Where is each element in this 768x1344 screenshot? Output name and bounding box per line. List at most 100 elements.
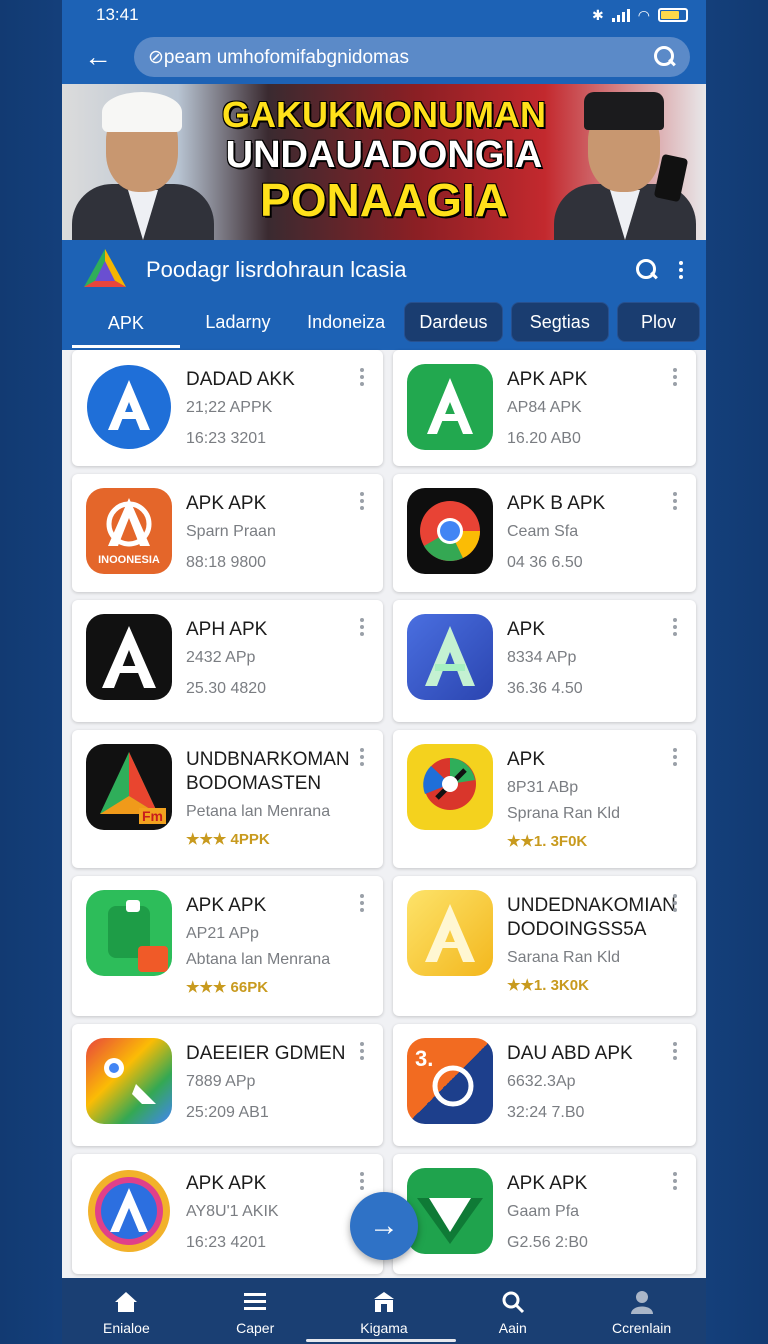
card-more-icon[interactable] xyxy=(357,1042,367,1060)
tab-apk[interactable]: APK xyxy=(72,302,180,348)
chrome-icon xyxy=(407,488,493,574)
card-more-icon[interactable] xyxy=(357,894,367,912)
app-meta: 16:23 3201 xyxy=(186,430,267,447)
app-subtitle: 8P31 ABp xyxy=(507,779,579,796)
app-card[interactable]: APK APK AP84 APK 16.20 AB0 xyxy=(393,350,696,466)
app-card[interactable]: APK APK Gaam Pfa G2.56 2:B0 xyxy=(393,1154,696,1274)
card-more-icon[interactable] xyxy=(670,618,680,636)
tab-indoneiza[interactable]: Indoneiza xyxy=(296,302,396,342)
list-icon xyxy=(244,1290,267,1314)
nav-label: Enialoe xyxy=(103,1320,150,1336)
app-meta: 25.30 4820 xyxy=(186,680,267,697)
card-more-icon[interactable] xyxy=(670,368,680,386)
app-icon: Fm xyxy=(86,744,172,830)
app-icon: INOONESIA xyxy=(86,488,172,574)
app-meta: 25:209 AB1 xyxy=(186,1104,269,1121)
app-subtitle: Gaam Pfa xyxy=(507,1203,580,1220)
floating-action-button[interactable]: → xyxy=(350,1192,418,1260)
home-icon xyxy=(114,1290,138,1314)
app-icon xyxy=(86,1168,172,1254)
app-name: APK APK xyxy=(507,369,588,390)
tab-plov[interactable]: Plov xyxy=(616,302,700,342)
card-more-icon[interactable] xyxy=(670,748,680,766)
card-more-icon[interactable] xyxy=(357,748,367,766)
nav-label: Ccrenlain xyxy=(612,1320,672,1336)
promo-banner[interactable]: GAKUKMONUMAN UNDAUADONGIA PONAAGIA xyxy=(62,84,706,240)
arrow-right-icon: → xyxy=(369,1209,399,1242)
app-subtitle: Ceam Sfa xyxy=(507,523,579,540)
banner-person-right xyxy=(550,90,700,240)
card-more-icon[interactable] xyxy=(670,1172,680,1190)
nav-item-store[interactable]: Kigama xyxy=(329,1290,439,1336)
back-arrow-icon[interactable]: ← xyxy=(84,43,112,71)
banner-line-3: PONAAGIA xyxy=(260,173,508,226)
app-logo-icon xyxy=(82,247,128,293)
app-name: APK APK xyxy=(507,1173,588,1194)
app-card[interactable]: APK 8P31 ABp Sprana Ran Kld ★★1. 3F0K xyxy=(393,730,696,868)
app-icon: 3. xyxy=(407,1038,493,1124)
app-card[interactable]: 3. DAU ABD APK 6632.3Ap 32:24 7.B0 xyxy=(393,1024,696,1146)
banner-line-1: GAKUKMONUMAN xyxy=(222,94,546,135)
search-icon[interactable] xyxy=(654,46,676,68)
app-subtitle: Sparn Praan xyxy=(186,523,276,540)
app-grid: DADAD AKK 21;22 APPK 16:23 3201 APK APK … xyxy=(72,350,696,1282)
app-meta: 16.20 AB0 xyxy=(507,430,581,447)
app-card[interactable]: APK 8334 APp 36.36 4.50 xyxy=(393,600,696,722)
home-indicator xyxy=(306,1339,456,1342)
tab-ladarny[interactable]: Ladarny xyxy=(188,302,288,342)
app-name: DADAD AKK xyxy=(186,369,295,390)
nav-item-home[interactable]: Enialoe xyxy=(71,1290,181,1336)
search-box[interactable] xyxy=(134,37,690,77)
card-more-icon[interactable] xyxy=(670,1042,680,1060)
nav-item-profile[interactable]: Ccrenlain xyxy=(587,1290,697,1336)
app-card[interactable]: APK B APK Ceam Sfa 04 36 6.50 xyxy=(393,474,696,592)
app-name: DAU ABD APK xyxy=(507,1043,633,1064)
app-icon-label: 3. xyxy=(415,1046,434,1071)
tab-dardeus[interactable]: Dardeus xyxy=(404,302,503,342)
app-subtitle: 6632.3Ap xyxy=(507,1073,576,1090)
app-name: APK APK xyxy=(186,895,267,916)
maps-icon xyxy=(86,1038,172,1124)
app-icon xyxy=(86,890,172,976)
tab-segtias[interactable]: Segtias xyxy=(510,302,609,342)
app-meta: 04 36 6.50 xyxy=(507,554,583,571)
app-subtitle: Sarana Ran Kld xyxy=(507,949,620,966)
app-icon xyxy=(407,364,493,450)
card-more-icon[interactable] xyxy=(670,492,680,510)
bluetooth-icon: ✱ xyxy=(592,6,604,23)
app-card[interactable]: Fm UNDBNARKOMAN BODOMASTEN Petana lan Me… xyxy=(72,730,383,868)
card-more-icon[interactable] xyxy=(357,1172,367,1190)
banner-headline: GAKUKMONUMAN UNDAUADONGIA PONAAGIA xyxy=(202,94,566,226)
search-icon xyxy=(501,1290,525,1314)
app-header: Poodagr lisrdohraun lcasia xyxy=(62,240,706,300)
card-more-icon[interactable] xyxy=(670,894,680,912)
nav-label: Aain xyxy=(498,1320,527,1336)
app-header-title: Poodagr lisrdohraun lcasia xyxy=(146,257,407,282)
header-search-icon[interactable] xyxy=(636,259,658,281)
app-subtitle: Petana lan Menrana xyxy=(186,803,331,820)
app-card[interactable]: UNDEDNAKOMIAN DODOINGSS5A Sarana Ran Kld… xyxy=(393,876,696,1016)
app-card[interactable]: DADAD AKK 21;22 APPK 16:23 3201 xyxy=(72,350,383,466)
search-bar-row: ← xyxy=(62,30,706,84)
app-rating: ★★1. 3F0K xyxy=(507,833,588,850)
app-name: APK B APK xyxy=(507,493,606,514)
card-more-icon[interactable] xyxy=(357,618,367,636)
app-card[interactable]: APK APK AP21 APp Abtana lan Menrana ★★★ … xyxy=(72,876,383,1016)
app-icon xyxy=(407,890,493,976)
app-card[interactable]: INOONESIA APK APK Sparn Praan 88:18 9800 xyxy=(72,474,383,592)
app-card[interactable]: APH APK 2432 APp 25.30 4820 xyxy=(72,600,383,722)
app-name: APH APK xyxy=(186,619,268,640)
card-more-icon[interactable] xyxy=(357,492,367,510)
app-name: APK APK xyxy=(186,1173,267,1194)
card-more-icon[interactable] xyxy=(357,368,367,386)
nav-item-search[interactable]: Aain xyxy=(458,1290,568,1336)
app-icon-label: Fm xyxy=(139,808,166,824)
search-input[interactable] xyxy=(148,46,646,68)
app-card[interactable]: DAEEIER GDMEN 7889 APp 25:209 AB1 xyxy=(72,1024,383,1146)
app-name: APK xyxy=(507,749,546,770)
header-more-icon[interactable] xyxy=(676,261,686,279)
nav-item-list[interactable]: Caper xyxy=(200,1290,310,1336)
nav-label: Caper xyxy=(236,1320,275,1336)
app-icon xyxy=(86,364,172,450)
app-card[interactable]: APK APK AY8U'1 AKIK 16:23 4201 xyxy=(72,1154,383,1274)
